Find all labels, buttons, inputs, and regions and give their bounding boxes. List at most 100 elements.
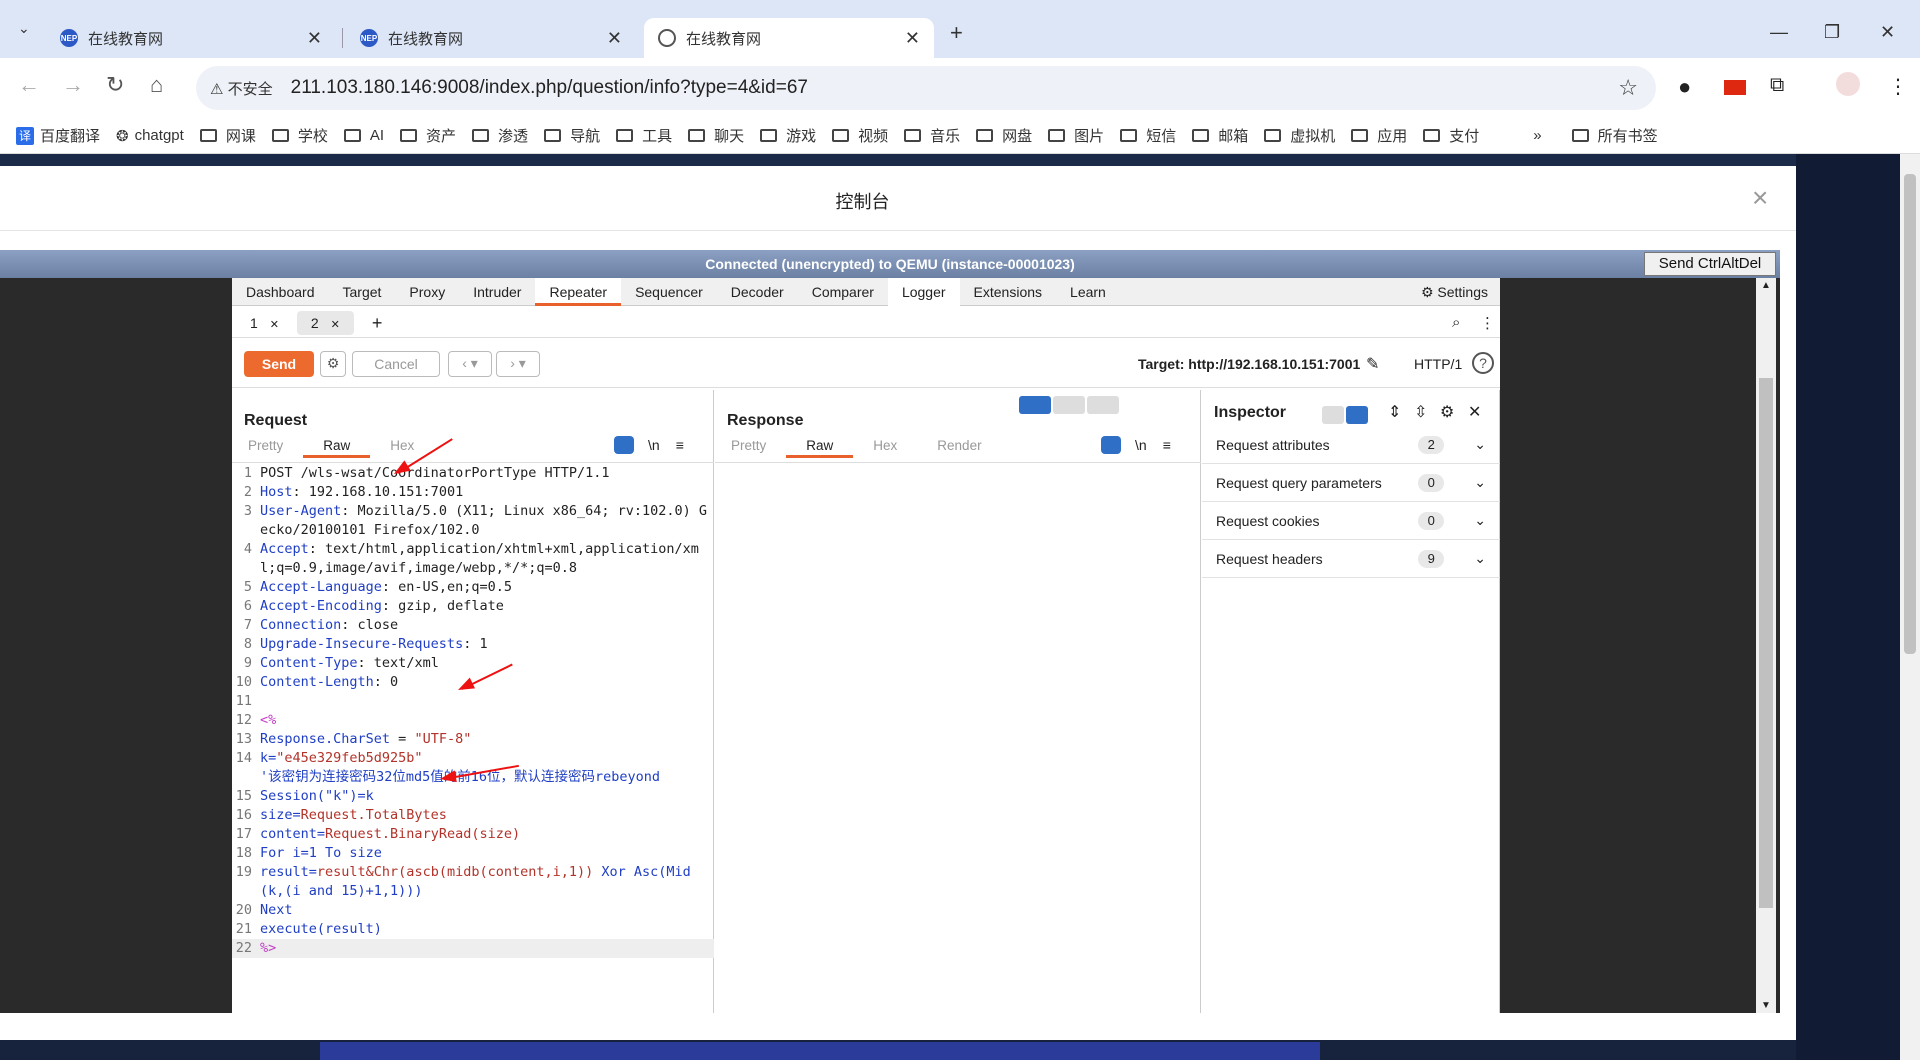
- tab-extensions[interactable]: Extensions: [960, 278, 1056, 306]
- scroll-up-icon[interactable]: ▲: [1761, 280, 1771, 291]
- extensions-puzzle-icon[interactable]: ⧉: [1770, 74, 1784, 97]
- request-line[interactable]: 15 Session("k")=k: [232, 787, 714, 806]
- request-line[interactable]: 16 size=Request.TotalBytes: [232, 806, 714, 825]
- layout-single-icon[interactable]: [1087, 396, 1119, 414]
- vnc-scrollbar[interactable]: ▲ ▼: [1756, 278, 1776, 1013]
- close-repeater-tab-icon[interactable]: ✕: [331, 319, 340, 331]
- bookmark-folder[interactable]: 导航: [544, 125, 600, 146]
- hamburger-menu-icon[interactable]: ≡: [676, 437, 684, 453]
- bookmark-folder[interactable]: 虚拟机: [1264, 125, 1335, 146]
- bookmark-folder[interactable]: 资产: [400, 125, 456, 146]
- home-icon[interactable]: ⌂: [150, 72, 163, 98]
- request-view-pretty[interactable]: Pretty: [232, 436, 303, 458]
- tab-target[interactable]: Target: [329, 278, 396, 306]
- browser-tab[interactable]: NEP 在线教育网 ✕: [46, 18, 336, 58]
- reload-icon[interactable]: ↻: [106, 72, 124, 98]
- minimize-window-icon[interactable]: —: [1770, 22, 1788, 43]
- http-version-label[interactable]: HTTP/1: [1414, 356, 1462, 372]
- add-repeater-tab-icon[interactable]: +: [358, 311, 397, 335]
- bookmark-folder[interactable]: 图片: [1048, 125, 1104, 146]
- bookmark-star-icon[interactable]: ☆: [1618, 75, 1638, 101]
- cancel-button[interactable]: Cancel: [352, 350, 440, 377]
- newline-toggle[interactable]: \n: [648, 437, 660, 453]
- inspector-row-request-attributes[interactable]: Request attributes 2 ⌄: [1202, 426, 1500, 464]
- newline-toggle[interactable]: \n: [1135, 437, 1147, 453]
- close-window-icon[interactable]: ✕: [1880, 22, 1895, 43]
- bookmark-folder[interactable]: AI: [343, 127, 384, 144]
- scroll-down-icon[interactable]: ▼: [1761, 1000, 1771, 1011]
- response-view-pretty[interactable]: Pretty: [715, 436, 786, 458]
- close-tab-icon[interactable]: ✕: [607, 28, 622, 49]
- history-forward-button[interactable]: › ▾: [496, 350, 540, 377]
- close-repeater-tab-icon[interactable]: ✕: [270, 319, 279, 331]
- bookmark-folder[interactable]: 学校: [271, 125, 328, 146]
- send-button[interactable]: Send: [244, 350, 314, 377]
- request-line[interactable]: 17 content=Request.BinaryRead(size): [232, 825, 714, 844]
- history-back-button[interactable]: ‹ ▾: [448, 350, 492, 377]
- tab-intruder[interactable]: Intruder: [459, 278, 535, 306]
- bookmark-folder[interactable]: 渗透: [472, 125, 528, 146]
- hamburger-menu-icon[interactable]: ≡: [1163, 437, 1171, 453]
- page-scrollbar-thumb[interactable]: [1904, 174, 1916, 654]
- bookmark-baidu-translate[interactable]: 译百度翻译: [16, 125, 100, 146]
- extension-circle-icon[interactable]: ●: [1678, 74, 1691, 100]
- request-line[interactable]: 3 User-Agent: Mozilla/5.0 (X11; Linux x86…: [232, 502, 714, 540]
- request-line[interactable]: 9 Content-Type: text/xml: [232, 654, 714, 673]
- request-view-raw[interactable]: Raw: [303, 436, 371, 458]
- tab-logger[interactable]: Logger: [887, 277, 960, 306]
- bookmark-folder[interactable]: 工具: [616, 125, 672, 146]
- request-line[interactable]: 18 For i=1 To size: [232, 844, 714, 863]
- repeater-tab-active[interactable]: 2 ✕: [296, 310, 354, 335]
- bookmark-folder[interactable]: 支付: [1423, 125, 1479, 146]
- tab-dashboard[interactable]: Dashboard: [232, 278, 329, 306]
- request-line[interactable]: 4 Accept: text/html,application/xhtml+xml…: [232, 540, 714, 578]
- inspector-layout-panel-icon[interactable]: [1346, 406, 1368, 424]
- wrap-lines-icon[interactable]: [614, 436, 634, 454]
- request-line[interactable]: 7 Connection: close: [232, 616, 714, 635]
- bookmark-folder[interactable]: 网盘: [976, 125, 1032, 146]
- inspector-settings-gear-icon[interactable]: ⚙: [1440, 402, 1454, 422]
- request-editor[interactable]: 1 POST /wls-wsat/CoordinatorPortType HTTP…: [232, 464, 714, 1013]
- request-line[interactable]: 20 Next: [232, 901, 714, 920]
- request-line[interactable]: 12 <%: [232, 711, 714, 730]
- request-line[interactable]: 8 Upgrade-Insecure-Requests: 1: [232, 635, 714, 654]
- response-view-render[interactable]: Render: [917, 436, 1001, 458]
- collapse-all-icon[interactable]: ⇳: [1414, 402, 1427, 422]
- all-bookmarks[interactable]: 所有书签: [1571, 125, 1658, 146]
- more-options-icon[interactable]: ⋮: [1480, 314, 1495, 332]
- bookmarks-overflow[interactable]: »: [1533, 127, 1541, 144]
- wrap-lines-icon[interactable]: [1101, 436, 1121, 454]
- send-options-gear-icon[interactable]: ⚙: [320, 350, 346, 377]
- url-text[interactable]: 211.103.180.146:9008/index.php/question/…: [291, 77, 808, 99]
- request-line[interactable]: 1 POST /wls-wsat/CoordinatorPortType HTTP…: [232, 464, 714, 483]
- inspector-layout-list-icon[interactable]: [1322, 406, 1344, 424]
- bookmark-folder[interactable]: 应用: [1351, 125, 1407, 146]
- bookmark-folder[interactable]: 游戏: [760, 125, 816, 146]
- bookmark-folder[interactable]: 短信: [1120, 125, 1176, 146]
- inspector-row-cookies[interactable]: Request cookies 0 ⌄: [1202, 502, 1500, 540]
- tab-search-dropdown-icon[interactable]: ⌄: [18, 20, 30, 37]
- bookmark-folder[interactable]: 网课: [199, 125, 256, 146]
- menu-dots-icon[interactable]: ⋮: [1888, 74, 1908, 99]
- inspector-row-headers[interactable]: Request headers 9 ⌄: [1202, 540, 1500, 578]
- settings-button[interactable]: ⚙ Settings: [1421, 284, 1488, 301]
- close-tab-icon[interactable]: ✕: [905, 28, 920, 49]
- address-bar[interactable]: ⚠ 不安全 211.103.180.146:9008/index.php/que…: [196, 66, 1656, 110]
- edit-target-pencil-icon[interactable]: ✎: [1366, 354, 1379, 374]
- response-view-hex[interactable]: Hex: [853, 436, 917, 458]
- request-line[interactable]: 6 Accept-Encoding: gzip, deflate: [232, 597, 714, 616]
- page-scrollbar[interactable]: [1900, 154, 1920, 1060]
- request-line[interactable]: 14k="e45e329feb5d925b" '该密钥为连接密码32位md5值的…: [232, 749, 714, 787]
- layout-split-icon[interactable]: [1019, 396, 1051, 414]
- bookmark-chatgpt[interactable]: ❂ chatgpt: [116, 127, 184, 145]
- tab-comparer[interactable]: Comparer: [798, 278, 888, 306]
- bookmark-folder[interactable]: 聊天: [688, 125, 744, 146]
- new-tab-icon[interactable]: +: [950, 20, 963, 46]
- inspector-row-query-parameters[interactable]: Request query parameters 0 ⌄: [1202, 464, 1500, 502]
- request-line[interactable]: 13 Response.CharSet = "UTF-8": [232, 730, 714, 749]
- expand-all-icon[interactable]: ⇕: [1388, 402, 1401, 422]
- send-ctrl-alt-del-button[interactable]: Send CtrlAltDel: [1644, 252, 1776, 276]
- back-icon[interactable]: ←: [18, 72, 40, 98]
- tab-sequencer[interactable]: Sequencer: [621, 278, 717, 306]
- request-line[interactable]: 21 execute(result): [232, 920, 714, 939]
